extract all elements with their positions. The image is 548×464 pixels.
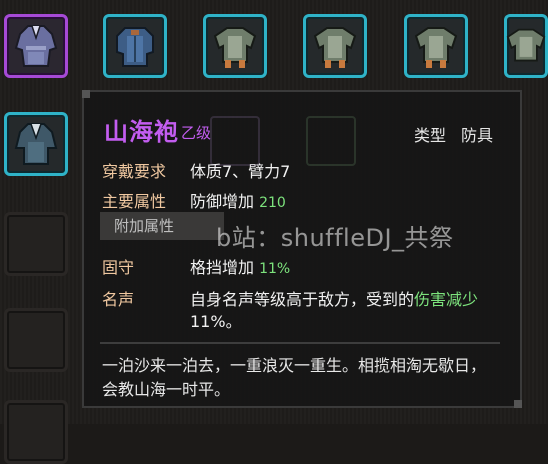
inventory-slot-armor-5[interactable] bbox=[504, 14, 548, 78]
main-attr-label: 主要属性 bbox=[102, 192, 167, 211]
robe-icon bbox=[14, 123, 58, 165]
inventory-slot-armor-2[interactable] bbox=[203, 14, 267, 78]
extra-attr-text: 格挡增加 bbox=[190, 258, 255, 277]
inventory-slot-armor-1[interactable] bbox=[103, 14, 167, 78]
item-grade: 乙级 bbox=[181, 124, 212, 142]
inventory-slot-empty-1[interactable] bbox=[4, 212, 68, 276]
ghost-slot bbox=[306, 116, 356, 166]
requirements-label: 穿戴要求 bbox=[102, 162, 167, 181]
requirements-value: 体质7、臂力7 bbox=[190, 162, 291, 181]
robe-icon bbox=[14, 25, 58, 67]
armor-icon bbox=[506, 28, 546, 62]
tooltip-divider bbox=[100, 342, 500, 344]
fame-label: 名声 bbox=[102, 290, 135, 309]
main-attr-row: 防御增加 210 bbox=[190, 188, 286, 212]
fame-text: 自身名声等级高于敌方，受到的 bbox=[190, 290, 415, 309]
armor-icon bbox=[313, 27, 357, 68]
flavor-text-line-2: 会教山海一时平。 bbox=[102, 380, 231, 399]
item-type-value: 防具 bbox=[461, 126, 494, 145]
inventory-slot-empty-2[interactable] bbox=[4, 308, 68, 372]
watermark: b站：shuffleDJ_共祭 bbox=[216, 224, 454, 252]
inventory-slot-robe[interactable] bbox=[4, 14, 68, 78]
inventory-slot-robe-2[interactable] bbox=[4, 112, 68, 176]
inventory-slot-empty-3[interactable] bbox=[4, 400, 68, 464]
fame-line-1: 自身名声等级高于敌方，受到的伤害减少 bbox=[190, 286, 510, 310]
flavor-text-line-1: 一泊沙来一泊去，一重浪灭一重生。相揽相淘无歇日， bbox=[102, 356, 487, 375]
main-attr-value: 210 bbox=[259, 195, 286, 211]
item-name: 山海袍 bbox=[104, 118, 179, 146]
inventory-slot-armor-3[interactable] bbox=[303, 14, 367, 78]
item-type-label: 类型 bbox=[414, 126, 447, 145]
fame-effect: 伤害减少 bbox=[414, 290, 479, 309]
tooltip-corner bbox=[82, 90, 90, 98]
armor-icon bbox=[116, 27, 154, 67]
inventory-slot-armor-4[interactable] bbox=[404, 14, 468, 78]
armor-icon bbox=[213, 27, 257, 68]
extra-attr-value: 11% bbox=[259, 261, 291, 277]
extra-attr-row: 格挡增加 11% bbox=[190, 254, 290, 278]
extra-attr-header: 附加属性 bbox=[100, 212, 224, 240]
tooltip-corner bbox=[514, 400, 522, 408]
extra-attr-label: 固守 bbox=[102, 258, 135, 277]
fame-line-2: 11%。 bbox=[190, 312, 242, 331]
main-attr-text: 防御增加 bbox=[190, 192, 255, 211]
armor-icon bbox=[414, 27, 458, 68]
